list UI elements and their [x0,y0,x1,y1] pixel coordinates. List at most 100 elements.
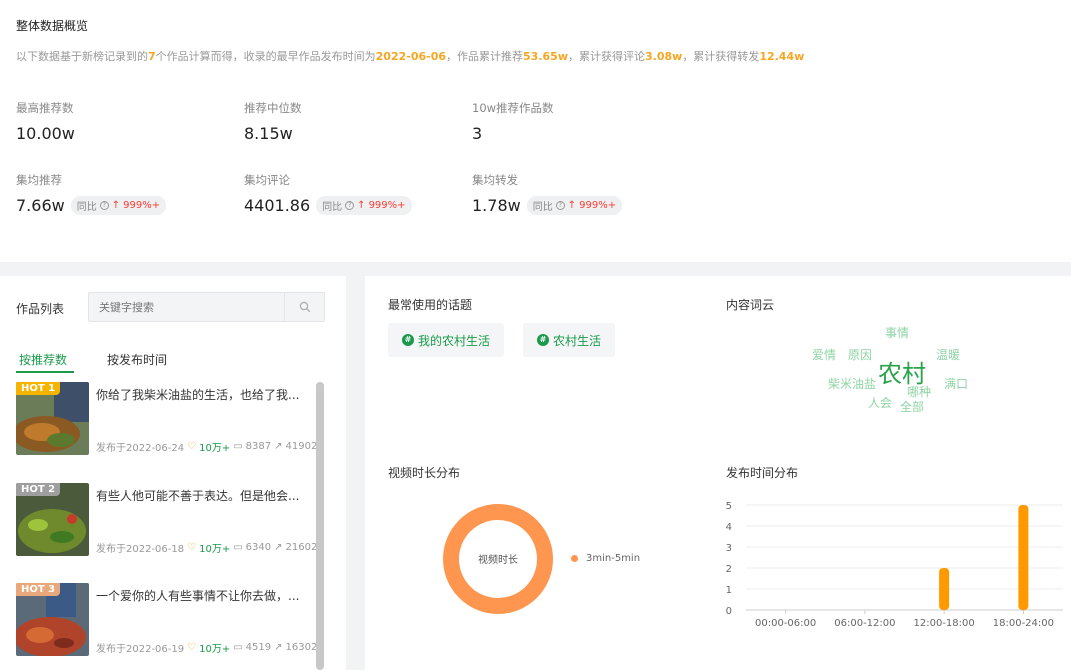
hot-rank-badge: HOT 3 [16,583,61,596]
word-cloud-word: 事情 [885,326,910,340]
yoy-badge: 同比 ? ↑ 999%+ [70,196,167,215]
publish-time-bar-chart: 0 1 2 3 4 5 00:00-06:00 06:00-12:00 12:00-18:00 1… [726,501,1063,629]
donut-center-label: 视频时长 [478,555,518,566]
metric-label: 集均评论 [244,173,290,187]
help-icon[interactable]: ? [99,201,109,210]
y-tick-label: 4 [726,522,732,533]
topics-title: 最常使用的话题 [388,298,473,312]
publish-date: 发布于2022-06-18 [96,544,185,555]
duration-title: 视频时长分布 [388,466,461,480]
comment-icon: ▭ [233,642,243,653]
item-meta: 发布于2022-06-19 ♡ 10万+ ▭ 4519 ↗ 16302 [96,640,317,655]
x-tick-label: 12:00-18:00 [914,618,975,629]
video-thumbnail[interactable]: HOT 3 [16,583,89,656]
overview-summary: 以下数据基于新榜记录到的7个作品计算而得，收录的最早作品发布时间为2022-06… [16,48,804,64]
topic-tag[interactable]: # 我的农村生活 [388,323,505,357]
bar [1018,505,1029,610]
hot-rank-badge: HOT 2 [16,483,61,496]
help-icon[interactable]: ? [555,201,565,210]
duration-donut: 视频时长 [443,504,553,614]
x-tick-label: 00:00-06:00 [755,618,816,629]
topic-label: 农村生活 [553,333,602,348]
item-meta: 发布于2022-06-24 ♡ 10万+ ▭ 8387 ↗ 41902 [96,439,317,454]
like-count: 10万+ [199,644,231,655]
search-input[interactable] [89,293,285,321]
comment-count: 4519 [245,642,272,653]
overview-title: 整体数据概览 [16,19,89,33]
metric-label: 推荐中位数 [244,101,302,115]
help-icon[interactable]: ? [345,201,355,210]
metric-value: 4401.86 [244,196,311,215]
works-list-title: 作品列表 [16,302,65,316]
like-count: 10万+ [199,544,231,555]
summary-comments: 3.08w [645,50,683,63]
metric-value: 8.15w [244,124,293,143]
metric-label: 最高推荐数 [16,101,74,115]
summary-count: 7 [148,50,156,63]
summary-date: 2022-06-06 [375,50,447,63]
list-item[interactable]: HOT 1 你给了我柴米油盐的生活，也给了我... 发布于2022-06-24 … [16,382,317,457]
metric-value: 7.66w [16,196,65,215]
search-icon [299,301,310,313]
item-title[interactable]: 一个爱你的人有些事情不让你去做，... [96,587,316,604]
metric-avg-shares: 集均转发 1.78w 同比 ? ↑ 999%+ [472,172,623,215]
yoy-value: 999%+ [123,200,161,211]
y-tick-label: 0 [726,606,732,617]
heart-icon: ♡ [187,542,197,553]
item-title[interactable]: 你给了我柴米油盐的生活，也给了我... [96,386,316,403]
share-count: 21602 [285,542,318,553]
list-item[interactable]: HOT 2 有些人他可能不善于表达。但是他会... 发布于2022-06-18 … [16,483,317,558]
yoy-value: 999%+ [368,200,406,211]
metric-avg-recommend: 集均推荐 7.66w 同比 ? ↑ 999%+ [16,172,167,215]
video-thumbnail[interactable]: HOT 1 [16,382,89,455]
comment-icon: ▭ [233,542,243,553]
metric-value: 3 [472,124,483,143]
video-thumbnail[interactable]: HOT 2 [16,483,89,556]
y-tick-label: 5 [726,501,732,512]
active-tab-indicator [16,371,74,373]
arrow-up-icon: ↑ [357,200,366,211]
x-tick-label: 06:00-12:00 [834,618,895,629]
comment-icon: ▭ [233,441,243,452]
metric-label: 集均转发 [472,173,518,187]
publish-date: 发布于2022-06-24 [96,443,185,454]
tab-by-recommend[interactable]: 按推荐数 [19,351,67,368]
metric-median-recommend: 推荐中位数 8.15w [244,100,302,143]
comment-count: 8387 [245,441,272,452]
search-box [88,292,325,322]
like-count: 10万+ [199,443,231,454]
wordcloud-title: 内容词云 [726,298,775,312]
heart-icon: ♡ [187,441,197,452]
legend-label: 3min-5min [586,553,641,564]
metric-avg-comments: 集均评论 4401.86 同比 ? ↑ 999%+ [244,172,412,215]
search-button[interactable] [284,293,324,321]
yoy-label: 同比 [76,202,97,213]
summary-text: 个作品计算而得，收录的最早作品发布时间为 [155,50,376,63]
word-cloud-word: 温暖 [936,348,961,362]
scrollbar[interactable] [316,382,324,670]
legend-dot [571,555,578,562]
summary-text: ，累计获得评论 [568,50,645,63]
list-item[interactable]: HOT 3 一个爱你的人有些事情不让你去做，... 发布于2022-06-19 … [16,583,317,658]
word-cloud-word: 全部 [900,400,925,414]
topic-label: 我的农村生活 [418,333,491,348]
y-tick-label: 3 [726,543,732,554]
heart-icon: ♡ [187,642,197,653]
share-icon: ↗ [274,441,283,452]
word-cloud-word: 原因 [848,348,873,362]
word-cloud-word: 柴米油盐 [828,377,877,391]
item-title[interactable]: 有些人他可能不善于表达。但是他会... [96,487,316,504]
topic-tag[interactable]: # 农村生活 [523,323,616,357]
word-cloud-word: 人会 [868,396,893,410]
metric-label: 集均推荐 [16,173,62,187]
comment-count: 6340 [245,542,272,553]
analysis-panel: 最常使用的话题 # 我的农村生活 # 农村生活 内容词云 事情 爱情 原因 农村 温… [365,276,1071,670]
share-count: 41902 [285,441,318,452]
summary-text: ，作品累计推荐 [446,50,524,63]
yoy-label: 同比 [532,202,553,213]
arrow-up-icon: ↑ [567,200,577,211]
tab-by-publish-time[interactable]: 按发布时间 [107,351,167,368]
item-meta: 发布于2022-06-18 ♡ 10万+ ▭ 6340 ↗ 21602 [96,540,317,555]
metric-label: 10w推荐作品数 [472,101,554,115]
yoy-badge: 同比 ? ↑ 999%+ [316,196,412,215]
